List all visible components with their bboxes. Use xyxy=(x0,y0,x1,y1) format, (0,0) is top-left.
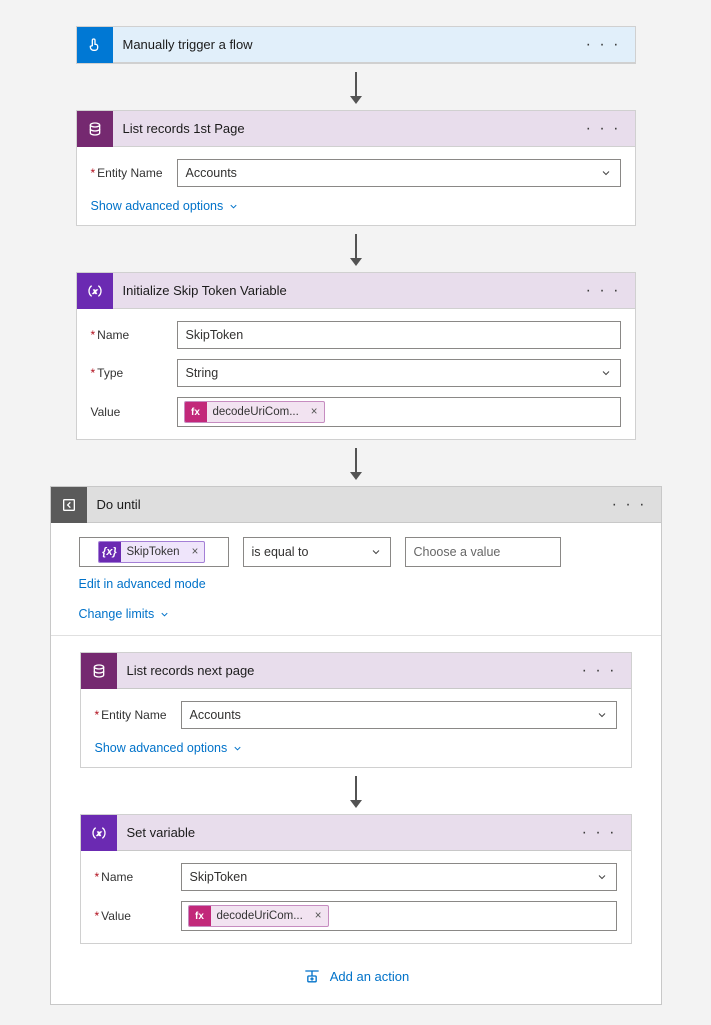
entity-name-label: Entity Name xyxy=(91,166,177,180)
init-variable-title: Initialize Skip Token Variable xyxy=(113,283,582,298)
trigger-card[interactable]: Manually trigger a flow · · · xyxy=(76,26,636,64)
condition-operator-value: is equal to xyxy=(252,545,309,559)
entity-name-select[interactable]: Accounts xyxy=(177,159,621,187)
svg-text:x: x xyxy=(92,288,97,295)
connector-arrow-icon xyxy=(350,72,362,104)
variable-token-label: SkipToken xyxy=(121,546,186,558)
chevron-down-icon xyxy=(596,709,608,721)
variable-token[interactable]: {x} SkipToken × xyxy=(98,541,206,563)
card-menu-button[interactable]: · · · xyxy=(578,662,621,680)
trigger-title: Manually trigger a flow xyxy=(113,37,582,52)
card-menu-button[interactable]: · · · xyxy=(582,36,625,54)
chevron-down-icon xyxy=(232,743,243,754)
chevron-down-icon xyxy=(228,201,239,212)
card-menu-button[interactable]: · · · xyxy=(608,496,651,514)
dataverse-icon xyxy=(81,653,117,689)
add-step-icon xyxy=(302,966,322,986)
var-name-label: Name xyxy=(95,870,181,884)
var-value-input[interactable]: fx decodeUriCom... × xyxy=(177,397,621,427)
card-menu-button[interactable]: · · · xyxy=(578,824,621,842)
condition-right-input[interactable]: Choose a value xyxy=(405,537,561,567)
connector-arrow-icon xyxy=(350,776,362,808)
remove-token-button[interactable]: × xyxy=(309,910,328,922)
var-type-value: String xyxy=(186,366,219,380)
show-advanced-link[interactable]: Show advanced options xyxy=(91,199,240,213)
condition-left-input[interactable]: {x} SkipToken × xyxy=(79,537,229,567)
connector-arrow-icon xyxy=(350,234,362,266)
chevron-down-icon xyxy=(370,546,382,558)
var-value-input[interactable]: fx decodeUriCom... × xyxy=(181,901,617,931)
do-until-title: Do until xyxy=(87,497,608,512)
expression-token[interactable]: fx decodeUriCom... × xyxy=(188,905,329,927)
do-until-card[interactable]: Do until · · · {x} SkipToken × is equal … xyxy=(50,486,662,1005)
expression-token-label: decodeUriCom... xyxy=(211,910,309,922)
add-action-button[interactable]: Add an action xyxy=(302,966,410,986)
var-value-label: Value xyxy=(95,909,181,923)
variable-icon: {x} xyxy=(99,541,121,563)
dataverse-icon xyxy=(77,111,113,147)
expression-token[interactable]: fx decodeUriCom... × xyxy=(184,401,325,423)
var-type-select[interactable]: String xyxy=(177,359,621,387)
condition-operator-select[interactable]: is equal to xyxy=(243,537,391,567)
fx-icon: fx xyxy=(185,401,207,423)
loop-icon xyxy=(51,487,87,523)
var-name-label: Name xyxy=(91,328,177,342)
fx-icon: fx xyxy=(189,905,211,927)
var-value-label: Value xyxy=(91,405,177,419)
card-menu-button[interactable]: · · · xyxy=(582,282,625,300)
var-name-value: SkipToken xyxy=(186,328,244,342)
var-name-value: SkipToken xyxy=(190,870,248,884)
chevron-down-icon xyxy=(600,367,612,379)
initialize-variable-card[interactable]: x Initialize Skip Token Variable · · · N… xyxy=(76,272,636,440)
card-menu-button[interactable]: · · · xyxy=(582,120,625,138)
list-records-next-title: List records next page xyxy=(117,663,578,678)
chevron-down-icon xyxy=(159,609,170,620)
entity-name-value: Accounts xyxy=(186,166,237,180)
set-variable-title: Set variable xyxy=(117,825,578,840)
entity-name-select[interactable]: Accounts xyxy=(181,701,617,729)
change-limits-link[interactable]: Change limits xyxy=(79,607,171,621)
add-action-label: Add an action xyxy=(330,969,410,984)
entity-name-value: Accounts xyxy=(190,708,241,722)
condition-right-placeholder: Choose a value xyxy=(414,545,501,559)
expression-token-label: decodeUriCom... xyxy=(207,406,305,418)
list-records-1-card[interactable]: List records 1st Page · · · Entity Name … xyxy=(76,110,636,226)
var-name-select[interactable]: SkipToken xyxy=(181,863,617,891)
list-records-1-title: List records 1st Page xyxy=(113,121,582,136)
svg-text:x: x xyxy=(96,830,101,837)
remove-token-button[interactable]: × xyxy=(186,546,205,558)
variable-icon: x xyxy=(81,815,117,851)
chevron-down-icon xyxy=(600,167,612,179)
list-records-next-card[interactable]: List records next page · · · Entity Name… xyxy=(80,652,632,768)
remove-token-button[interactable]: × xyxy=(305,406,324,418)
chevron-down-icon xyxy=(596,871,608,883)
var-name-input[interactable]: SkipToken xyxy=(177,321,621,349)
edit-advanced-link[interactable]: Edit in advanced mode xyxy=(79,577,206,591)
variable-icon: x xyxy=(77,273,113,309)
entity-name-label: Entity Name xyxy=(95,708,181,722)
set-variable-card[interactable]: x Set variable · · · Name Sk xyxy=(80,814,632,944)
var-type-label: Type xyxy=(91,366,177,380)
connector-arrow-icon xyxy=(350,448,362,480)
show-advanced-link[interactable]: Show advanced options xyxy=(95,741,244,755)
manual-trigger-icon xyxy=(77,27,113,63)
